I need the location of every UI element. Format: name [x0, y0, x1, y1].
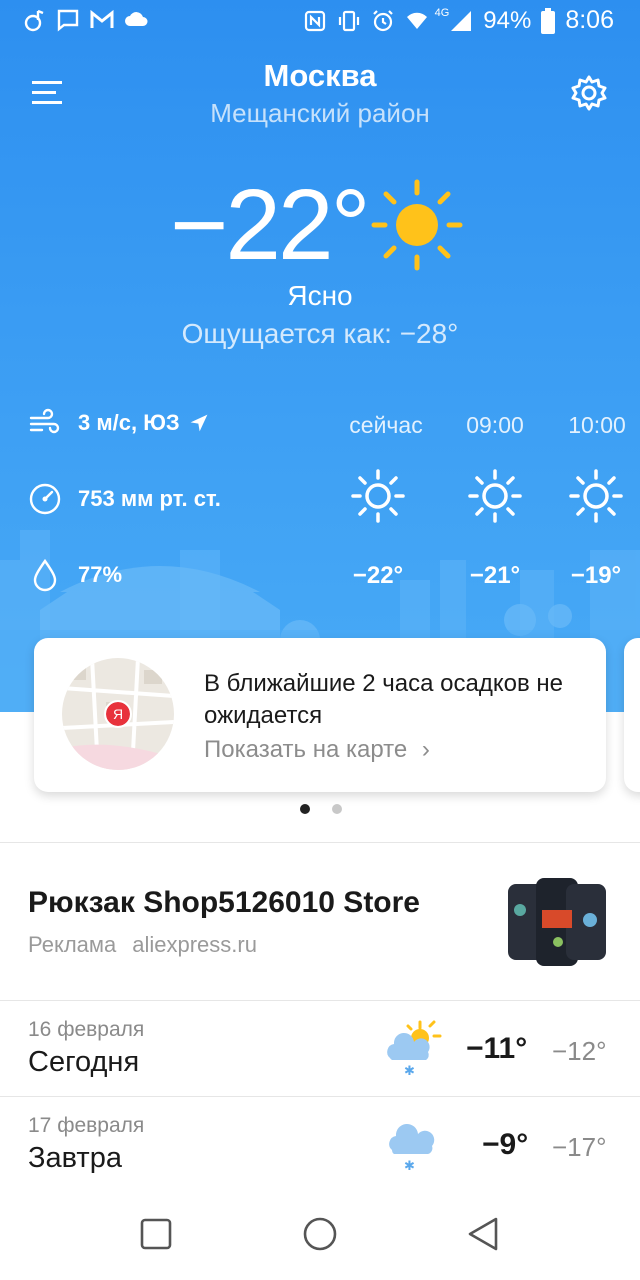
chevron-right-icon: ›	[421, 736, 430, 763]
divider	[0, 1000, 640, 1001]
battery-percent: 94%	[483, 6, 532, 34]
ad-image[interactable]	[500, 870, 612, 972]
show-on-map-label: Показать на карте	[204, 736, 408, 763]
precipitation-card[interactable]: Я В ближайшие 2 часа осадков не ожидаетс…	[34, 638, 606, 792]
signal-icon	[451, 10, 472, 31]
divider	[0, 1096, 640, 1097]
map-thumbnail[interactable]: Я	[62, 658, 174, 770]
sun-icon	[468, 469, 522, 523]
navigation-bar	[0, 1186, 640, 1280]
show-on-map-link[interactable]: Показать на карте ›	[204, 736, 430, 764]
day-name: Сегодня	[28, 1046, 140, 1078]
day-date: 16 февраля	[28, 1018, 145, 1041]
current-temperature: −22°	[170, 169, 371, 281]
wind-direction-icon	[190, 414, 208, 432]
weather-hero: 4G 94% 8:06 Москва Мещанский район −22° …	[0, 0, 640, 712]
day-name: Завтра	[28, 1142, 122, 1174]
carousel-dots	[300, 804, 342, 814]
svg-text:✱: ✱	[404, 1064, 415, 1078]
day-high-temp: −11°	[466, 1032, 528, 1065]
back-triangle-icon[interactable]	[466, 1216, 500, 1252]
sun-icon	[371, 179, 463, 271]
wifi-icon	[406, 12, 427, 29]
hour-temp: −19°	[570, 562, 622, 589]
hour-temp: −21°	[469, 562, 521, 589]
pressure-stat: 753 мм рт. ст.	[28, 482, 221, 516]
cloud-icon	[125, 12, 148, 26]
carousel-dot-active	[300, 804, 310, 814]
feels-like-text: Ощущается как: −28°	[181, 318, 459, 349]
music-icon	[24, 9, 44, 32]
hour-label: 09:00	[466, 412, 524, 438]
home-circle-icon[interactable]	[302, 1216, 338, 1252]
gmail-icon	[90, 9, 114, 28]
svg-text:✱: ✱	[404, 1159, 415, 1174]
sun-icon	[351, 469, 405, 523]
partly-cloudy-snow-icon: ✱	[387, 1020, 442, 1078]
ad-title[interactable]: Рюкзак Shop5126010 Store	[28, 886, 420, 920]
ad-domain: aliexpress.ru	[132, 932, 257, 957]
city-name[interactable]: Москва	[0, 58, 640, 94]
day-date: 17 февраля	[28, 1114, 145, 1137]
message-icon	[57, 9, 79, 32]
cloud-snow-icon: ✱	[389, 1123, 435, 1174]
pressure-value: 753 мм рт. ст.	[78, 486, 221, 511]
hour-label: 10:00	[568, 412, 626, 438]
district-name[interactable]: Мещанский район	[0, 98, 640, 129]
hour-label: сейчас	[349, 412, 423, 438]
wind-stat: 3 м/с, ЮЗ	[28, 406, 210, 440]
hour-temp: −22°	[352, 562, 404, 589]
recent-apps-square-icon[interactable]	[140, 1218, 172, 1250]
battery-icon	[541, 7, 556, 34]
humidity-drop-icon	[33, 558, 57, 592]
pressure-gauge-icon	[29, 483, 61, 515]
carousel-dot	[332, 804, 342, 814]
clock: 8:06	[565, 6, 614, 34]
vibrate-icon	[338, 10, 359, 31]
wind-icon	[29, 408, 60, 434]
day-low-temp: −17°	[552, 1132, 607, 1162]
day-high-temp: −9°	[482, 1128, 529, 1161]
nfc-icon	[304, 10, 325, 31]
day-low-temp: −12°	[552, 1036, 607, 1066]
network-label: 4G	[434, 6, 450, 19]
settings-gear-icon[interactable]	[570, 74, 608, 112]
divider	[0, 842, 640, 843]
humidity-stat: 77%	[28, 558, 122, 592]
precipitation-text: В ближайшие 2 часа осадков не ожидается	[204, 670, 563, 729]
status-bar: 4G 94% 8:06	[0, 0, 640, 44]
ad-meta: Реклама aliexpress.ru	[28, 932, 257, 958]
condition-text: Ясно	[287, 280, 353, 311]
next-card-peek[interactable]	[624, 638, 640, 792]
alarm-icon	[372, 9, 393, 31]
sun-icon	[569, 469, 623, 523]
wind-value: 3 м/с, ЮЗ	[78, 410, 180, 435]
map-marker-label: Я	[113, 706, 123, 722]
humidity-value: 77%	[78, 562, 123, 587]
ad-label: Реклама	[28, 932, 117, 957]
